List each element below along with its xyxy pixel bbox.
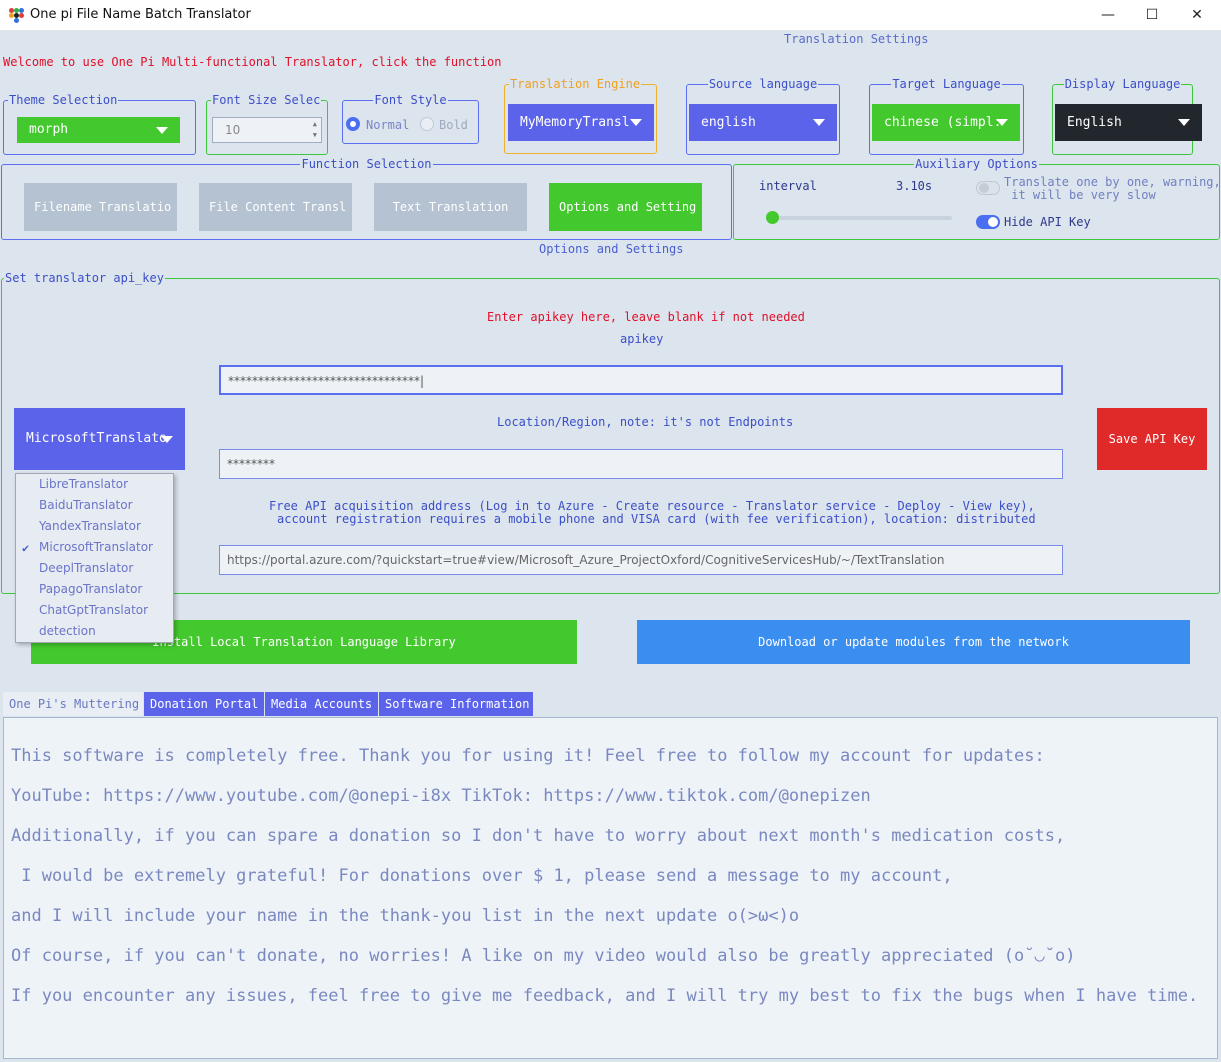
source-language-legend: Source language bbox=[708, 77, 818, 91]
translation-engine-select[interactable]: MyMemoryTransl bbox=[508, 104, 654, 141]
chevron-down-icon bbox=[1178, 119, 1190, 126]
apikey-note: Enter apikey here, leave blank if not ne… bbox=[487, 310, 805, 324]
chevron-down-icon bbox=[156, 127, 168, 134]
target-language-select[interactable]: chinese (simpl: bbox=[872, 104, 1020, 141]
text-translation-button[interactable]: Text Translation bbox=[374, 183, 527, 231]
file-content-translation-button[interactable]: File Content Transl bbox=[199, 183, 352, 231]
dropdown-item-deepl[interactable]: DeeplTranslator bbox=[39, 561, 133, 575]
hide-api-key-toggle[interactable] bbox=[976, 215, 1000, 229]
radio-normal[interactable] bbox=[346, 117, 360, 131]
display-language-legend: Display Language bbox=[1064, 77, 1181, 91]
free-api-line2: account registration requires a mobile p… bbox=[277, 512, 1036, 526]
filename-translation-button[interactable]: Filename Translatio bbox=[24, 183, 177, 231]
dropdown-item-yandex[interactable]: YandexTranslator bbox=[39, 519, 141, 533]
apikey-input[interactable]: ********************************| bbox=[219, 365, 1063, 395]
apikey-label: apikey bbox=[620, 332, 664, 346]
translator-select-value: MicrosoftTranslato bbox=[26, 431, 167, 446]
auxiliary-options-legend: Auxiliary Options bbox=[915, 157, 1038, 171]
location-input[interactable]: ******** bbox=[219, 449, 1063, 479]
chevron-down-icon bbox=[813, 119, 825, 126]
interval-value: 3.10s bbox=[896, 179, 933, 193]
font-size-spinbox[interactable]: 10 ▲ ▼ bbox=[212, 117, 322, 143]
translate-one-by-one-toggle[interactable] bbox=[976, 181, 1000, 195]
source-language-value: english bbox=[701, 115, 756, 130]
tab-donation-portal[interactable]: Donation Portal bbox=[144, 692, 264, 716]
translation-engine-value: MyMemoryTransl bbox=[520, 115, 630, 130]
radio-normal-label: Normal bbox=[366, 118, 410, 132]
target-language-legend: Target Language bbox=[892, 77, 1001, 91]
translation-engine-legend: Translation Engine bbox=[510, 77, 641, 91]
interval-slider-handle[interactable] bbox=[766, 211, 779, 224]
options-settings-title: Options and Settings bbox=[539, 242, 684, 256]
muttering-textarea[interactable]: This software is completely free. Thank … bbox=[3, 717, 1218, 1059]
window-title: One pi File Name Batch Translator bbox=[30, 7, 251, 22]
font-size-legend: Font Size Selec bbox=[212, 93, 321, 107]
display-language-select[interactable]: English bbox=[1055, 104, 1202, 141]
theme-select-value: morph bbox=[29, 122, 69, 137]
minimize-button[interactable]: — bbox=[1085, 0, 1131, 31]
dropdown-item-papago[interactable]: PapagoTranslator bbox=[39, 582, 142, 596]
spin-up-icon[interactable]: ▲ bbox=[313, 120, 317, 128]
api-key-legend: Set translator api_key bbox=[5, 271, 164, 285]
welcome-text: Welcome to use One Pi Multi-functional T… bbox=[3, 55, 502, 69]
spin-down-icon[interactable]: ▼ bbox=[313, 131, 317, 139]
muttering-line: I would be extremely grateful! For donat… bbox=[11, 866, 953, 886]
display-language-value: English bbox=[1067, 115, 1122, 130]
hide-api-key-label: Hide API Key bbox=[1004, 215, 1091, 229]
download-modules-button[interactable]: Download or update modules from the netw… bbox=[637, 620, 1190, 664]
muttering-line: If you encounter any issues, feel free t… bbox=[11, 986, 1199, 1006]
translator-dropdown-list: ✔ LibreTranslator BaiduTranslator Yandex… bbox=[15, 473, 174, 643]
radio-bold[interactable] bbox=[420, 117, 434, 131]
location-label: Location/Region, note: it's not Endpoint… bbox=[497, 415, 794, 429]
theme-selection-legend: Theme Selection bbox=[9, 93, 118, 107]
free-api-line1: Free API acquisition address (Log in to … bbox=[269, 499, 1035, 513]
checkmark-icon: ✔ bbox=[22, 541, 30, 555]
options-settings-button[interactable]: Options and Setting bbox=[549, 183, 702, 231]
target-language-value: chinese (simpl: bbox=[884, 115, 1002, 130]
chevron-down-icon bbox=[161, 436, 173, 443]
translate-one-by-one-label: Translate one by one, warning, it will b… bbox=[1004, 175, 1221, 202]
tab-software-information[interactable]: Software Information bbox=[379, 692, 533, 716]
translator-select[interactable]: MicrosoftTranslato bbox=[14, 408, 185, 470]
function-selection-legend: Function Selection bbox=[301, 157, 432, 171]
app-logo-icon bbox=[9, 8, 24, 23]
interval-label: interval bbox=[759, 179, 817, 193]
dropdown-item-chatgpt[interactable]: ChatGptTranslator bbox=[39, 603, 148, 617]
dropdown-item-libre[interactable]: LibreTranslator bbox=[39, 477, 128, 491]
muttering-line: and I will include your name in the than… bbox=[11, 906, 800, 926]
chevron-down-icon bbox=[996, 119, 1008, 126]
theme-select[interactable]: morph bbox=[17, 117, 180, 143]
maximize-button[interactable]: ☐ bbox=[1129, 0, 1175, 31]
free-api-url-input[interactable]: https://portal.azure.com/?quickstart=tru… bbox=[219, 545, 1063, 575]
muttering-line: YouTube: https://www.youtube.com/@onepi-… bbox=[11, 786, 871, 806]
translation-settings-title: Translation Settings bbox=[784, 32, 929, 46]
close-button[interactable]: ✕ bbox=[1174, 0, 1220, 31]
interval-slider-track[interactable] bbox=[766, 216, 952, 220]
muttering-line: Additionally, if you can spare a donatio… bbox=[11, 826, 1066, 846]
tab-muttering[interactable]: One Pi's Muttering bbox=[3, 692, 143, 716]
tab-media-accounts[interactable]: Media Accounts bbox=[265, 692, 378, 716]
muttering-line: This software is completely free. Thank … bbox=[11, 746, 1045, 766]
dropdown-item-baidu[interactable]: BaiduTranslator bbox=[39, 498, 133, 512]
dropdown-item-microsoft[interactable]: MicrosoftTranslator bbox=[39, 540, 153, 554]
source-language-select[interactable]: english bbox=[689, 104, 837, 141]
save-api-key-button[interactable]: Save API Key bbox=[1097, 408, 1207, 470]
dropdown-item-detection[interactable]: detection bbox=[39, 624, 96, 638]
chevron-down-icon bbox=[630, 119, 642, 126]
muttering-line: Of course, if you can't donate, no worri… bbox=[11, 946, 1076, 966]
font-style-legend: Font Style bbox=[374, 93, 447, 107]
font-size-value: 10 bbox=[225, 123, 241, 137]
radio-bold-label: Bold bbox=[439, 118, 468, 132]
window-titlebar: One pi File Name Batch Translator — ☐ ✕ bbox=[0, 0, 1221, 31]
